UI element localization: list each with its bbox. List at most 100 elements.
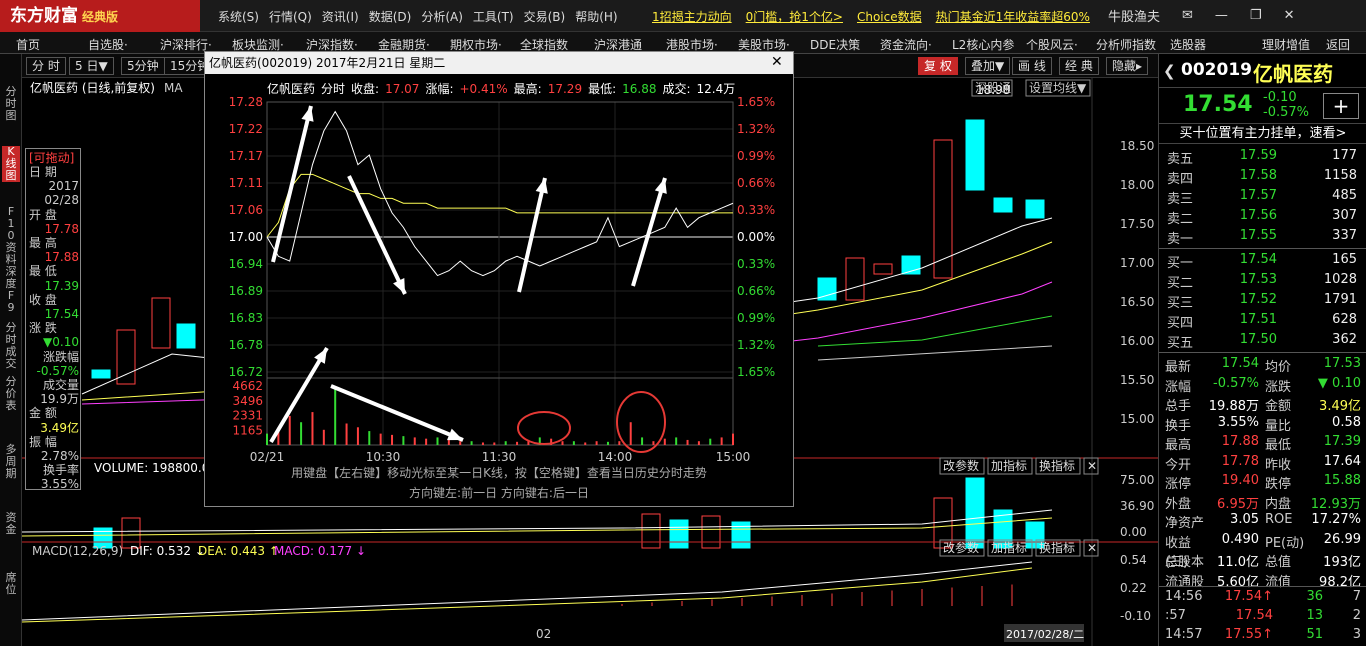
left-tab-6[interactable]: 多周期	[2, 444, 20, 480]
menu-item-2[interactable]: 资讯(I)	[322, 8, 359, 25]
top10-link[interactable]: 买十位置有主力挂单，速看>	[1159, 124, 1366, 144]
period-button-2[interactable]: 5分钟	[121, 57, 165, 75]
menu-item-3[interactable]: 数据(D)	[369, 8, 412, 25]
left-tab-bar: 分时图 K线图 F10资料深度F9 分时成交分价表多周期资金席位	[0, 54, 22, 646]
left-tab-0[interactable]: 分时图	[2, 86, 20, 122]
nav-item-12[interactable]: 资金流向·	[880, 36, 932, 53]
ask-row[interactable]: 卖三 17.57 485	[1167, 188, 1357, 207]
ob-label: 卖一	[1167, 232, 1194, 247]
price-tick: 17.00	[229, 230, 263, 244]
tick-time: :57	[1165, 608, 1186, 623]
panel-title[interactable]: [可拖动]	[29, 151, 79, 165]
nav-item-15[interactable]: 分析师指数	[1096, 36, 1156, 53]
menu-item-5[interactable]: 工具(T)	[473, 8, 514, 25]
bid-row[interactable]: 买一 17.54 165	[1167, 252, 1357, 271]
tool-button-2[interactable]: 画 线	[1012, 57, 1052, 75]
maximize-icon[interactable]: ❐	[1250, 8, 1262, 23]
tool-button-1[interactable]: 叠加▼	[965, 57, 1011, 75]
menu-item-6[interactable]: 交易(B)	[524, 8, 566, 25]
ob-label: 买一	[1167, 256, 1194, 271]
nav-item-16[interactable]: 选股器	[1170, 36, 1206, 53]
promo-link-1[interactable]: 0门槛，抢1个亿>	[746, 8, 843, 25]
dialog-close-icon[interactable]: ✕	[771, 54, 783, 70]
info-label: 外盘	[1165, 496, 1192, 512]
left-tab-8[interactable]: 席位	[2, 572, 20, 596]
volume-tick: 2331	[232, 409, 263, 423]
promo-link-2[interactable]: Choice数据	[857, 8, 922, 25]
price-tick: 16.89	[229, 284, 263, 298]
bid-row[interactable]: 买二 17.53 1028	[1167, 272, 1357, 291]
ob-volume: 485	[1332, 188, 1357, 203]
tick-price: 17.55↑	[1224, 627, 1273, 642]
ask-row[interactable]: 卖二 17.56 307	[1167, 208, 1357, 227]
price-axis-label: 18.00	[1120, 178, 1154, 192]
panel-row: 3.55%	[40, 477, 79, 492]
left-tab-7[interactable]: 资金	[2, 512, 20, 536]
ask-row[interactable]: 卖五 17.59 177	[1167, 148, 1357, 167]
panel-row: 换手率	[42, 463, 79, 478]
ih-name: 亿帆医药	[267, 82, 316, 96]
close-icon[interactable]: ✕	[1284, 8, 1295, 23]
nav-item-18[interactable]: 返回	[1326, 36, 1350, 53]
nav-item-1[interactable]: 自选股·	[88, 36, 128, 53]
mail-icon[interactable]: ✉	[1182, 8, 1193, 23]
info-label: 总值	[1265, 555, 1292, 570]
left-arrow-icon[interactable]: ❮	[1163, 62, 1176, 80]
promo-link-3[interactable]: 热门基金近1年收益率超60%	[936, 8, 1090, 25]
price-tick: 17.17	[229, 149, 263, 163]
tool-button-3[interactable]: 经 典	[1059, 57, 1099, 75]
macd-value: MACD: 0.177 ↓	[274, 544, 366, 558]
ob-volume: 307	[1332, 208, 1357, 223]
left-tab-5[interactable]: 分价表	[2, 376, 20, 412]
time-tick: 14:00	[598, 450, 633, 464]
floating-data-panel[interactable]: [可拖动] 日 期 2017 02/28 开 盘 17.78 最 高 17.88 最 低 17.3…	[25, 148, 81, 492]
ob-volume: 165	[1332, 252, 1357, 267]
dif-line	[22, 561, 1033, 621]
nav-item-0[interactable]: 首页	[16, 36, 40, 53]
panel-row: 17.54	[44, 307, 79, 321]
period-button-1[interactable]: 5 日▼	[69, 57, 114, 75]
period-button-0[interactable]: 分 时	[26, 57, 66, 75]
add-watchlist-button[interactable]: +	[1323, 93, 1359, 119]
volume-bar	[701, 515, 721, 549]
left-tab-3[interactable]: 深度F9	[2, 266, 20, 314]
info-value: 17.88	[1221, 434, 1259, 449]
nav-item-13[interactable]: L2核心内参	[952, 36, 1014, 53]
bid-row[interactable]: 买四 17.51 628	[1167, 312, 1357, 331]
left-tab-2[interactable]: F10资料	[2, 206, 20, 266]
menu-item-0[interactable]: 系统(S)	[218, 8, 259, 25]
quote-panel: ❮ 002019 亿帆医药 17.54 -0.10 -0.57% + 买十位置有…	[1158, 54, 1366, 646]
promo-link-0[interactable]: 1招揭主力动向	[652, 8, 732, 25]
intraday-chart[interactable]: 17.28 1.65% 17.22 1.32% 17.17 0.99% 17.11 0.66%…	[205, 96, 793, 464]
minimize-icon[interactable]: —	[1215, 8, 1228, 23]
quote-info-row: 总股本 11.0亿 总值 193亿	[1165, 551, 1361, 570]
menu-item-7[interactable]: 帮助(H)	[575, 8, 617, 25]
vol-ma-line	[22, 509, 1053, 533]
nav-item-14[interactable]: 个股风云·	[1026, 36, 1078, 53]
ob-price: 17.57	[1239, 188, 1277, 203]
quote-info-row: 净资产 3.05 ROE 17.27%	[1165, 512, 1361, 531]
quote-info-row: 最高 17.88 最低 17.39	[1165, 434, 1361, 453]
menu-item-1[interactable]: 行情(Q)	[269, 8, 312, 25]
menu-item-4[interactable]: 分析(A)	[421, 8, 463, 25]
intraday-dialog[interactable]: 亿帆医药(002019) 2017年2月21日 星期二 ✕ 亿帆医药 分时 收盘…	[204, 51, 794, 507]
dialog-titlebar[interactable]: 亿帆医药(002019) 2017年2月21日 星期二	[205, 52, 793, 74]
kline-title: 亿帆医药 (日线,前复权)	[30, 80, 155, 95]
ob-price: 17.58	[1239, 168, 1277, 183]
info-label: 涨幅	[1165, 379, 1192, 395]
bid-row[interactable]: 买三 17.52 1791	[1167, 292, 1357, 311]
divider	[1159, 248, 1366, 249]
nav-item-11[interactable]: DDE决策	[810, 36, 860, 53]
bid-row[interactable]: 买五 17.50 362	[1167, 332, 1357, 351]
ask-row[interactable]: 卖一 17.55 337	[1167, 228, 1357, 247]
ask-row[interactable]: 卖四 17.58 1158	[1167, 168, 1357, 187]
info-value: 17.78	[1221, 453, 1259, 469]
nav-item-17[interactable]: 理财增值	[1262, 36, 1310, 53]
left-tab-4[interactable]: 分时成交	[2, 322, 20, 370]
tool-button-4[interactable]: 隐藏▸	[1106, 57, 1149, 75]
macd-axis-label: 0.22	[1120, 581, 1147, 595]
username[interactable]: 牛股渔夫	[1108, 6, 1160, 25]
left-tab-1[interactable]: K线图	[2, 146, 20, 182]
pct-tick: 1.65%	[737, 96, 775, 109]
tool-button-0[interactable]: 复 权	[918, 57, 958, 75]
